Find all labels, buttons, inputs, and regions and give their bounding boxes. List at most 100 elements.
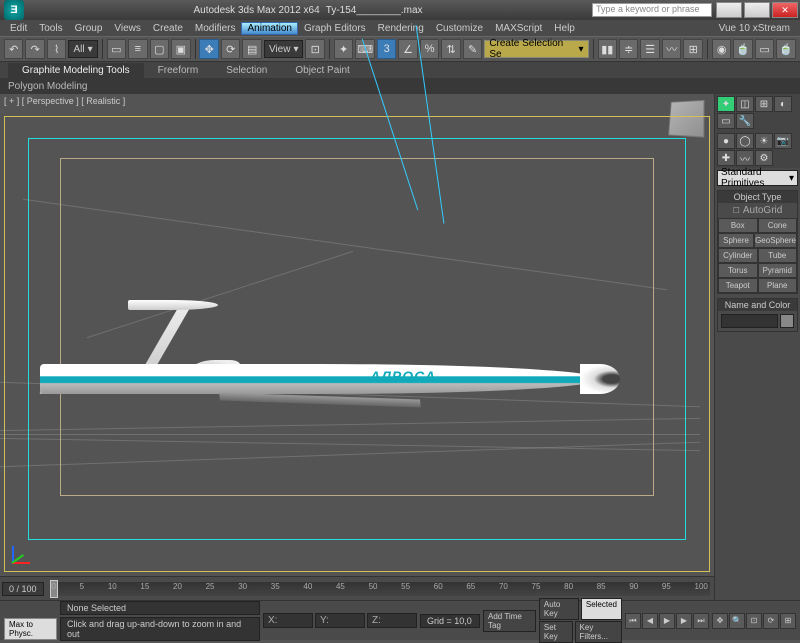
- create-tab-icon[interactable]: ✦: [717, 96, 735, 112]
- goto-start-button[interactable]: ⏮: [625, 613, 641, 629]
- primitive-torus[interactable]: Torus: [718, 263, 758, 278]
- snap-toggle-button[interactable]: 3: [377, 39, 396, 59]
- key-filters-selected[interactable]: Selected: [581, 598, 622, 620]
- object-color-swatch[interactable]: [780, 314, 794, 328]
- ribbon-tab-selection[interactable]: Selection: [212, 63, 281, 78]
- redo-button[interactable]: ↷: [25, 39, 44, 59]
- object-type-header[interactable]: Object Type: [718, 191, 797, 203]
- menu-rendering[interactable]: Rendering: [372, 22, 430, 35]
- zoom-button[interactable]: 🔍: [729, 613, 745, 629]
- primitive-pyramid[interactable]: Pyramid: [758, 263, 798, 278]
- select-object-button[interactable]: ▭: [107, 39, 126, 59]
- primitive-cone[interactable]: Cone: [758, 218, 798, 233]
- render-setup-button[interactable]: 🍵: [733, 39, 752, 59]
- frame-indicator[interactable]: 0 / 100: [2, 582, 44, 596]
- geometry-icon[interactable]: ●: [717, 133, 735, 149]
- scene-object-airplane[interactable]: АЛРОСА: [40, 304, 610, 424]
- prev-frame-button[interactable]: ◀: [642, 613, 658, 629]
- select-scale-button[interactable]: ▤: [242, 39, 261, 59]
- viewport-label[interactable]: [ + ] [ Perspective ] [ Realistic ]: [4, 96, 125, 106]
- layers-button[interactable]: ☰: [640, 39, 659, 59]
- orbit-button[interactable]: ⟳: [763, 613, 779, 629]
- primitive-plane[interactable]: Plane: [758, 278, 798, 293]
- name-color-header[interactable]: Name and Color: [718, 299, 797, 311]
- primitive-geosphere[interactable]: GeoSphere: [754, 233, 797, 248]
- menu-views[interactable]: Views: [108, 22, 147, 35]
- primitive-sphere[interactable]: Sphere: [718, 233, 754, 248]
- lights-icon[interactable]: ☀: [755, 133, 773, 149]
- pan-view-button[interactable]: ✥: [712, 613, 728, 629]
- align-button[interactable]: ≑: [619, 39, 638, 59]
- selection-filter-dropdown[interactable]: All▾: [68, 40, 97, 58]
- ribbon-tab-freeform[interactable]: Freeform: [144, 63, 213, 78]
- zoom-extents-button[interactable]: ⊡: [746, 613, 762, 629]
- window-minimize-button[interactable]: –: [716, 2, 742, 18]
- play-button[interactable]: ▶: [659, 613, 675, 629]
- spacewarps-icon[interactable]: 〰: [736, 150, 754, 166]
- material-editor-button[interactable]: ◉: [712, 39, 731, 59]
- menu-maxscript[interactable]: MAXScript: [489, 22, 548, 35]
- menu-tools[interactable]: Tools: [33, 22, 68, 35]
- render-production-button[interactable]: 🍵: [776, 39, 795, 59]
- auto-key-button[interactable]: Auto Key: [539, 598, 579, 620]
- menu-help[interactable]: Help: [548, 22, 581, 35]
- helpers-icon[interactable]: ✚: [717, 150, 735, 166]
- primitive-box[interactable]: Box: [718, 218, 758, 233]
- menu-create[interactable]: Create: [147, 22, 189, 35]
- viewport[interactable]: [ + ] [ Perspective ] [ Realistic ]: [0, 94, 714, 576]
- object-name-input[interactable]: [721, 314, 778, 328]
- goto-end-button[interactable]: ⏭: [693, 613, 709, 629]
- edit-named-sel-button[interactable]: ✎: [463, 39, 482, 59]
- use-pivot-button[interactable]: ⊡: [305, 39, 324, 59]
- add-time-tag[interactable]: Add Time Tag: [483, 610, 536, 632]
- select-rotate-button[interactable]: ⟳: [221, 39, 240, 59]
- help-search-input[interactable]: Type a keyword or phrase: [592, 3, 712, 17]
- select-by-name-button[interactable]: ≡: [128, 39, 147, 59]
- keyboard-shortcut-button[interactable]: ⌨: [355, 39, 374, 59]
- autogrid-checkbox[interactable]: ☐ AutoGrid: [718, 203, 797, 218]
- schematic-view-button[interactable]: ⊞: [683, 39, 702, 59]
- menu-group[interactable]: Group: [69, 22, 109, 35]
- ribbon-tab-graphite[interactable]: Graphite Modeling Tools: [8, 63, 144, 78]
- window-crossing-button[interactable]: ▣: [171, 39, 190, 59]
- select-manipulate-button[interactable]: ✦: [334, 39, 353, 59]
- maximize-viewport-button[interactable]: ⊞: [780, 613, 796, 629]
- shapes-icon[interactable]: ◯: [736, 133, 754, 149]
- next-frame-button[interactable]: ▶: [676, 613, 692, 629]
- primitive-teapot[interactable]: Teapot: [718, 278, 758, 293]
- spinner-snap-button[interactable]: ⇅: [441, 39, 460, 59]
- named-selection-dropdown[interactable]: Create Selection Se▾: [484, 40, 588, 58]
- menu-customize[interactable]: Customize: [430, 22, 489, 35]
- menu-animation[interactable]: Animation: [241, 22, 297, 35]
- primitive-cylinder[interactable]: Cylinder: [718, 248, 758, 263]
- timeline-track[interactable]: 0510152025303540455055606570758085909510…: [50, 582, 710, 596]
- maxscript-mini-listener[interactable]: Max to Physc.: [4, 618, 57, 640]
- coord-x-input[interactable]: X:: [263, 613, 313, 628]
- coord-y-input[interactable]: Y:: [315, 613, 365, 628]
- angle-snap-button[interactable]: ∠: [398, 39, 417, 59]
- menu-modifiers[interactable]: Modifiers: [189, 22, 242, 35]
- coord-z-input[interactable]: Z:: [367, 613, 417, 628]
- select-region-button[interactable]: ▢: [150, 39, 169, 59]
- rendered-frame-button[interactable]: ▭: [755, 39, 774, 59]
- systems-icon[interactable]: ⚙: [755, 150, 773, 166]
- menu-graph-editors[interactable]: Graph Editors: [298, 22, 372, 35]
- select-move-button[interactable]: ✥: [199, 39, 218, 59]
- ribbon-tab-objectpaint[interactable]: Object Paint: [281, 63, 363, 78]
- viewport-canvas[interactable]: АЛРОСА: [0, 94, 714, 576]
- curve-editor-button[interactable]: 〰: [662, 39, 681, 59]
- ribbon-panel-polygon-modeling[interactable]: Polygon Modeling: [0, 78, 800, 94]
- menu-edit[interactable]: Edit: [4, 22, 33, 35]
- motion-tab-icon[interactable]: ◐: [774, 96, 792, 112]
- app-icon[interactable]: Ǝ: [4, 0, 24, 20]
- link-button[interactable]: ⌇: [47, 39, 66, 59]
- window-maximize-button[interactable]: ❐: [744, 2, 770, 18]
- menu-vue-xstream[interactable]: Vue 10 xStream: [713, 22, 796, 35]
- percent-snap-button[interactable]: %: [420, 39, 439, 59]
- primitive-tube[interactable]: Tube: [758, 248, 798, 263]
- undo-button[interactable]: ↶: [4, 39, 23, 59]
- geometry-type-dropdown[interactable]: Standard Primitives▾: [717, 170, 798, 186]
- window-close-button[interactable]: ✕: [772, 2, 798, 18]
- ref-coord-dropdown[interactable]: View▾: [264, 40, 304, 58]
- modify-tab-icon[interactable]: ◫: [736, 96, 754, 112]
